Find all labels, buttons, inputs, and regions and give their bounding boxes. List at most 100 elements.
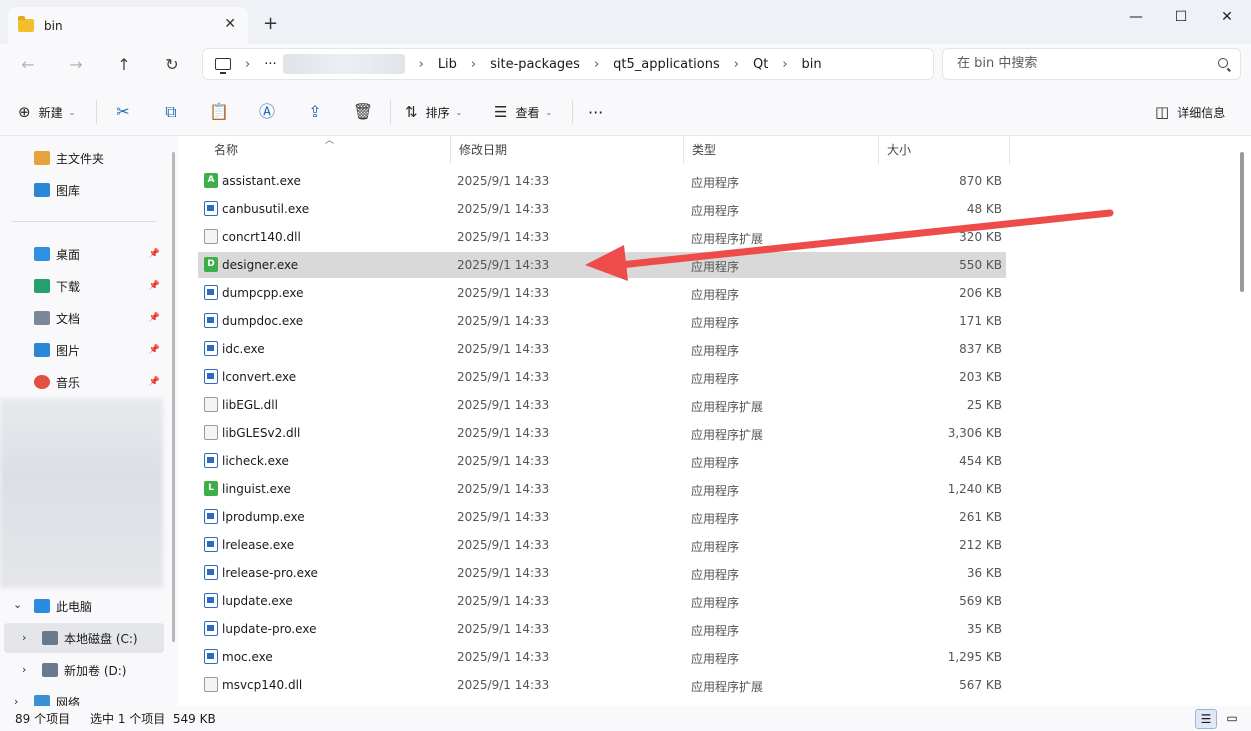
- sidebar-item-network[interactable]: › 网络: [0, 687, 168, 706]
- table-row[interactable]: dumpdoc.exe 2025/9/1 14:33 应用程序 171 KB: [198, 308, 1006, 334]
- table-row[interactable]: Llinguist.exe 2025/9/1 14:33 应用程序 1,240 KB: [198, 476, 1006, 502]
- table-row[interactable]: licheck.exe 2025/9/1 14:33 应用程序 454 KB: [198, 448, 1006, 474]
- gallery-icon: [34, 183, 50, 197]
- pin-icon[interactable]: 📌: [149, 313, 160, 323]
- file-date: 2025/9/1 14:33: [457, 370, 550, 384]
- breadcrumb-separator[interactable]: ›: [471, 57, 476, 72]
- breadcrumb-separator[interactable]: ›: [245, 57, 250, 72]
- breadcrumb-site-packages[interactable]: site-packages: [490, 57, 580, 72]
- breadcrumb-lib[interactable]: Lib: [438, 57, 457, 72]
- breadcrumb-ellipsis[interactable]: ···: [264, 57, 276, 72]
- share-icon[interactable]: ⇪: [302, 100, 328, 124]
- table-row[interactable]: libEGL.dll 2025/9/1 14:33 应用程序扩展 25 KB: [198, 392, 1006, 418]
- sidebar-item-gallery[interactable]: 图库: [0, 175, 168, 205]
- table-row[interactable]: lconvert.exe 2025/9/1 14:33 应用程序 203 KB: [198, 364, 1006, 390]
- breadcrumb-separator[interactable]: ›: [594, 57, 599, 72]
- file-name: canbusutil.exe: [222, 202, 310, 216]
- sidebar-item-this-pc[interactable]: 此电脑: [0, 591, 168, 621]
- back-button[interactable]: ←: [15, 52, 41, 78]
- details-view-button[interactable]: ☰: [1195, 709, 1217, 729]
- file-size: 261 KB: [959, 510, 1002, 524]
- table-row[interactable]: idc.exe 2025/9/1 14:33 应用程序 837 KB: [198, 336, 1006, 362]
- computer-icon: [215, 58, 231, 74]
- column-header-type[interactable]: 类型: [684, 136, 879, 164]
- tab-close-button[interactable]: ✕: [224, 16, 236, 32]
- table-row[interactable]: moc.exe 2025/9/1 14:33 应用程序 1,295 KB: [198, 644, 1006, 670]
- chevron-down-icon: ⌄: [545, 107, 553, 117]
- chevron-down-icon: ⌄: [68, 107, 76, 117]
- pin-icon[interactable]: 📌: [149, 377, 160, 387]
- table-row[interactable]: lrelease.exe 2025/9/1 14:33 应用程序 212 KB: [198, 532, 1006, 558]
- tab-bin[interactable]: bin ✕: [8, 7, 248, 44]
- file-date: 2025/9/1 14:33: [457, 342, 550, 356]
- table-row[interactable]: libGLESv2.dll 2025/9/1 14:33 应用程序扩展 3,306 K…: [198, 420, 1006, 446]
- search-input[interactable]: 在 bin 中搜索: [942, 48, 1241, 80]
- column-header-date[interactable]: 修改日期: [451, 136, 684, 164]
- breadcrumb-bin[interactable]: bin: [802, 57, 822, 72]
- file-size: 870 KB: [959, 174, 1002, 188]
- maximize-button[interactable]: ☐: [1158, 4, 1204, 32]
- new-button[interactable]: ⊕ 新建 ⌄: [18, 101, 75, 123]
- rename-icon[interactable]: Ⓐ: [254, 100, 280, 124]
- document-icon: [34, 311, 50, 325]
- table-row[interactable]: lprodump.exe 2025/9/1 14:33 应用程序 261 KB: [198, 504, 1006, 530]
- sidebar-item-drive-d[interactable]: › 新加卷 (D:): [0, 655, 168, 685]
- new-tab-button[interactable]: +: [263, 13, 278, 34]
- pin-icon[interactable]: 📌: [149, 345, 160, 355]
- tiles-view-button[interactable]: ▭: [1221, 709, 1243, 729]
- sidebar-item-desktop[interactable]: 桌面 📌: [0, 239, 168, 269]
- file-name: libGLESv2.dll: [222, 426, 301, 440]
- forward-button[interactable]: →: [63, 52, 89, 78]
- breadcrumb-qt[interactable]: Qt: [753, 57, 768, 72]
- minimize-button[interactable]: —: [1113, 4, 1159, 32]
- file-type: 应用程序扩展: [691, 428, 764, 442]
- file-size: 1,295 KB: [947, 650, 1002, 664]
- sort-button[interactable]: ⇅ 排序 ⌄: [405, 101, 462, 123]
- table-row[interactable]: lrelease-pro.exe 2025/9/1 14:33 应用程序 36 KB: [198, 560, 1006, 586]
- breadcrumb-separator[interactable]: ›: [734, 57, 739, 72]
- up-button[interactable]: ↑: [111, 52, 137, 78]
- column-header-size[interactable]: 大小: [879, 136, 1010, 164]
- details-pane-button[interactable]: ◫ 详细信息: [1155, 101, 1225, 123]
- file-name: libEGL.dll: [222, 398, 278, 412]
- status-bar: 89 个项目 选中 1 个项目 549 KB ☰ ▭: [0, 706, 1251, 731]
- paste-icon[interactable]: 📋: [206, 100, 232, 124]
- view-button[interactable]: ☰ 查看 ⌄: [494, 101, 552, 123]
- table-row[interactable]: lupdate.exe 2025/9/1 14:33 应用程序 569 KB: [198, 588, 1006, 614]
- breadcrumb-separator[interactable]: ›: [419, 57, 424, 72]
- breadcrumb-separator[interactable]: ›: [782, 57, 787, 72]
- sidebar-item-home[interactable]: 主文件夹: [0, 143, 168, 173]
- sidebar-item-music[interactable]: 音乐 📌: [0, 367, 168, 397]
- chevron-right-icon[interactable]: ›: [22, 663, 26, 676]
- column-header-name[interactable]: 名称: [206, 136, 451, 164]
- sidebar-item-pictures[interactable]: 图片 📌: [0, 335, 168, 365]
- file-date: 2025/9/1 14:33: [457, 482, 550, 496]
- more-options-button[interactable]: ···: [588, 101, 603, 123]
- sidebar-scrollbar[interactable]: [172, 152, 175, 642]
- dll-file-icon: [204, 229, 218, 244]
- breadcrumb-qt5-applications[interactable]: qt5_applications: [613, 57, 720, 72]
- table-row[interactable]: lupdate-pro.exe 2025/9/1 14:33 应用程序 35 KB: [198, 616, 1006, 642]
- sidebar-item-drive-c[interactable]: › 本地磁盘 (C:): [4, 623, 164, 653]
- chevron-right-icon[interactable]: ›: [22, 631, 26, 644]
- refresh-button[interactable]: ↻: [159, 52, 185, 78]
- delete-icon[interactable]: 🗑: [350, 100, 376, 124]
- close-button[interactable]: ✕: [1204, 4, 1250, 32]
- file-type: 应用程序: [691, 484, 740, 498]
- pin-icon[interactable]: 📌: [149, 249, 160, 259]
- address-bar[interactable]: › ··· › Lib › site-packages › qt5_applic…: [202, 48, 934, 80]
- cut-icon[interactable]: ✂: [110, 100, 136, 124]
- sidebar-item-documents[interactable]: 文档 📌: [0, 303, 168, 333]
- file-size: 567 KB: [959, 678, 1002, 692]
- chevron-right-icon[interactable]: ›: [14, 695, 18, 706]
- pin-icon[interactable]: 📌: [149, 281, 160, 291]
- sidebar-item-downloads[interactable]: 下载 📌: [0, 271, 168, 301]
- qt-app-icon: D: [204, 257, 218, 272]
- exe-file-icon: [204, 453, 218, 468]
- table-row[interactable]: Aassistant.exe 2025/9/1 14:33 应用程序 870 KB: [198, 168, 1006, 194]
- file-list-scrollbar[interactable]: [1240, 152, 1244, 292]
- file-size: 35 KB: [966, 622, 1002, 636]
- table-row[interactable]: msvcp140.dll 2025/9/1 14:33 应用程序扩展 567 KB: [198, 672, 1006, 698]
- copy-icon[interactable]: ⧉: [158, 100, 184, 124]
- item-count: 89 个项目: [15, 712, 71, 726]
